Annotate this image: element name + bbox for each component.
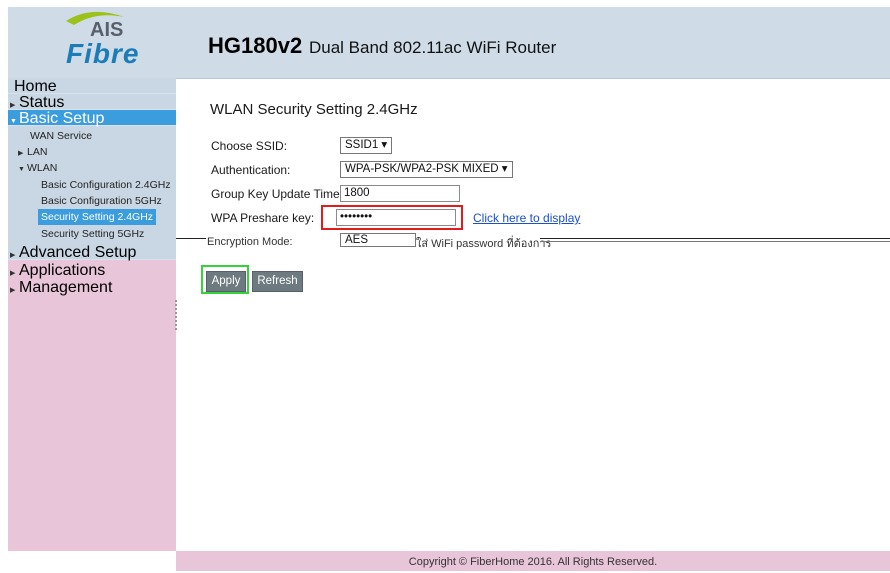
encryption-mode-label: Encryption Mode:: [207, 236, 293, 248]
sidebar-item-basic-config-24[interactable]: Basic Configuration 2.4GHz: [41, 177, 171, 193]
sidebar-item-advanced-setup[interactable]: ▶ Advanced Setup: [8, 244, 176, 261]
render-artifact-line: [540, 241, 890, 242]
triangle-right-icon: ▶: [10, 270, 16, 277]
group-key-timer-input[interactable]: 1800: [340, 185, 460, 202]
wpa-preshare-label: WPA Preshare key:: [211, 211, 315, 225]
apply-button[interactable]: Apply: [206, 271, 246, 292]
triangle-right-icon: ▶: [10, 102, 16, 109]
sidebar-item-status[interactable]: ▶ Status: [8, 94, 176, 111]
sidebar-item-label: Basic Setup: [19, 110, 105, 127]
page-header: AIS Fibre HG180v2 Dual Band 802.11ac WiF…: [8, 7, 890, 79]
sidebar-item-label: LAN: [27, 146, 48, 158]
render-artifact-line: [176, 238, 206, 239]
logo-fibre-text: Fibre: [66, 38, 140, 69]
refresh-button[interactable]: Refresh: [252, 271, 303, 292]
sidebar-resize-handle[interactable]: [175, 300, 179, 330]
group-key-timer-label: Group Key Update Timer:: [211, 187, 348, 201]
sidebar-item-wan-service[interactable]: WAN Service: [30, 128, 92, 144]
sidebar-item-security-5[interactable]: Security Setting 5GHz: [41, 226, 144, 242]
triangle-right-icon: ▶: [10, 252, 16, 259]
ssid-select[interactable]: SSID1 ▾: [340, 137, 393, 154]
page-title: WLAN Security Setting 2.4GHz: [210, 101, 418, 118]
sidebar-item-label: WLAN: [27, 162, 58, 174]
choose-ssid-label: Choose SSID:: [211, 139, 288, 153]
sidebar-item-label: Status: [19, 94, 65, 111]
sidebar-item-label: Applications: [19, 262, 106, 279]
sidebar-item-basic-config-5[interactable]: Basic Configuration 5GHz: [41, 193, 162, 209]
sidebar-item-management[interactable]: ▶ Management: [8, 279, 176, 296]
ais-fibre-logo: AIS Fibre: [36, 9, 140, 73]
triangle-down-icon: ▼: [18, 166, 25, 173]
sidebar-item-basic-setup[interactable]: ▼ Basic Setup: [8, 110, 176, 127]
preshare-highlight-box: [321, 205, 463, 230]
router-model: HG180v2: [208, 33, 303, 58]
authentication-label: Authentication:: [211, 163, 291, 177]
triangle-down-icon: ▼: [10, 118, 17, 125]
authentication-select[interactable]: WPA-PSK/WPA2-PSK MIXED ▾: [340, 161, 513, 178]
encryption-mode-select[interactable]: AES: [340, 233, 416, 247]
click-to-display-link[interactable]: Click here to display: [473, 211, 580, 225]
sidebar-item-label: Advanced Setup: [19, 244, 137, 261]
sidebar-item-home[interactable]: Home: [8, 78, 176, 95]
sidebar-item-applications[interactable]: ▶ Applications: [8, 262, 176, 279]
sidebar-item-security-24[interactable]: Security Setting 2.4GHz: [38, 209, 157, 225]
encryption-note: ใส่ WiFi password ที่ต้องการ: [416, 238, 552, 250]
page-footer: Copyright © FiberHome 2016. All Rights R…: [176, 551, 890, 571]
sidebar-item-label: Home: [14, 78, 57, 95]
sidebar-item-label: Management: [19, 279, 113, 296]
sidebar-nav: Home ▶ Status ▼ Basic Setup WAN Service ▶ L…: [8, 78, 176, 551]
triangle-right-icon: ▶: [10, 287, 16, 294]
render-artifact-line: [540, 238, 890, 239]
sidebar-item-wlan[interactable]: ▼ WLAN: [18, 160, 57, 178]
router-description: Dual Band 802.11ac WiFi Router: [309, 38, 557, 57]
